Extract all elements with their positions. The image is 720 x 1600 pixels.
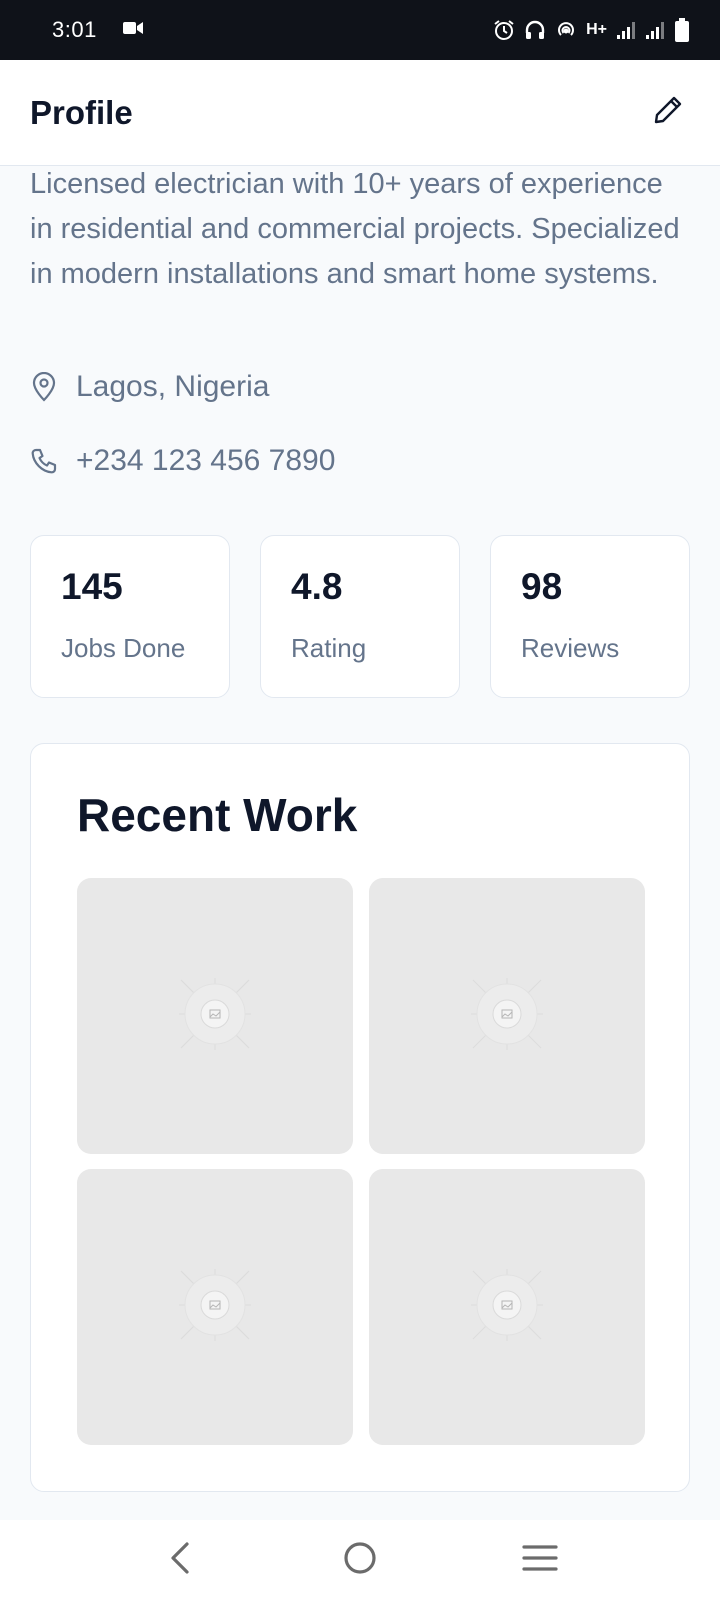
location-text: Lagos, Nigeria	[76, 370, 270, 403]
location-row: Lagos, Nigeria	[30, 370, 269, 404]
stat-label: Reviews	[521, 633, 620, 663]
phone-text: +234 123 456 7890	[76, 444, 336, 477]
back-icon	[165, 1541, 195, 1580]
home-icon	[342, 1540, 378, 1581]
image-placeholder-icon	[175, 1265, 255, 1350]
profile-screen: 3:01 H+ Profile Licensed electrician wit…	[0, 0, 720, 1600]
pencil-icon	[652, 94, 684, 131]
image-placeholder-icon	[467, 1265, 547, 1350]
nav-home-button[interactable]	[330, 1530, 390, 1590]
page-title: Profile	[30, 93, 133, 131]
stat-value: 98	[521, 566, 563, 607]
profile-bio: Licensed electrician with 10+ years of e…	[30, 168, 680, 290]
status-bar: 3:01 H+	[0, 0, 720, 60]
map-pin-icon	[30, 372, 58, 402]
stat-value: 4.8	[291, 566, 343, 607]
hotspot-icon	[555, 19, 577, 41]
nav-menu-button[interactable]	[510, 1530, 570, 1590]
work-photo[interactable]	[77, 878, 353, 1154]
stat-card-rating: 4.8 Rating	[260, 535, 460, 698]
signal-icon	[645, 20, 665, 40]
edit-profile-button[interactable]	[646, 91, 690, 135]
alarm-icon	[493, 19, 515, 41]
signal-icon	[616, 20, 636, 40]
menu-icon	[522, 1543, 558, 1578]
work-photo[interactable]	[369, 1169, 645, 1445]
stat-card-reviews: 98 Reviews	[490, 535, 690, 698]
recent-work-card: Recent Work	[30, 743, 690, 1492]
network-type: H+	[586, 21, 607, 38]
phone-icon	[30, 447, 58, 475]
stat-label: Jobs Done	[61, 633, 186, 663]
phone-row[interactable]: +234 123 456 7890	[30, 444, 335, 478]
image-placeholder-icon	[175, 974, 255, 1059]
headphones-icon	[524, 19, 546, 41]
video-camera-icon	[122, 21, 143, 40]
work-photo[interactable]	[77, 1169, 353, 1445]
app-header: Profile	[0, 60, 720, 166]
work-photo[interactable]	[369, 878, 645, 1154]
recent-work-title: Recent Work	[77, 789, 358, 841]
stat-card-jobs: 145 Jobs Done	[30, 535, 230, 698]
image-placeholder-icon	[467, 974, 547, 1059]
battery-icon	[674, 18, 690, 42]
stat-label: Rating	[291, 633, 367, 663]
nav-back-button[interactable]	[150, 1530, 210, 1590]
stat-value: 145	[61, 566, 123, 607]
system-nav-bar	[0, 1520, 720, 1600]
status-time: 3:01	[52, 17, 97, 42]
